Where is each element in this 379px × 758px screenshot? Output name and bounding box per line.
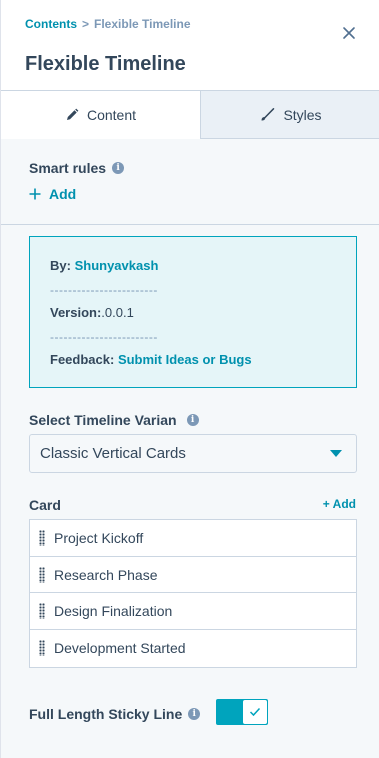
feedback-label: Feedback: xyxy=(50,352,115,367)
plus-icon xyxy=(29,188,41,200)
info-icon[interactable]: i xyxy=(112,162,125,174)
drag-handle-icon[interactable] xyxy=(39,530,45,546)
timeline-variant-select[interactable]: Classic Vertical Cards xyxy=(29,434,357,473)
list-item[interactable]: Design Finalization xyxy=(30,593,356,631)
version-value: .0.0.1 xyxy=(101,305,134,320)
card-item-label: Research Phase xyxy=(54,566,158,583)
tab-content-label: Content xyxy=(86,107,137,123)
version-label: Version: xyxy=(50,305,102,320)
pencil-icon xyxy=(66,108,79,120)
page-title: Flexible Timeline xyxy=(25,53,186,75)
tab-styles-label: Styles xyxy=(283,106,322,123)
brush-icon xyxy=(261,107,275,121)
sidebar-panel: Contents > Flexible Timeline Flexible Time… xyxy=(0,0,379,758)
drag-handle-icon[interactable] xyxy=(39,640,45,657)
tab-bar: Content Styles xyxy=(1,91,379,139)
sticky-line-toggle[interactable] xyxy=(216,699,268,725)
card-heading: Card xyxy=(29,497,61,513)
timeline-variant-label: Select Timeline Varian xyxy=(29,412,177,428)
list-item[interactable]: Research Phase xyxy=(30,557,356,594)
feedback-line: Feedback: Submit Ideas or Bugs xyxy=(50,352,252,367)
author-label: By: xyxy=(50,258,71,273)
add-smart-rule-label: Add xyxy=(49,186,77,202)
feedback-link[interactable]: Submit Ideas or Bugs xyxy=(118,352,252,367)
version-line: Version:.0.0.1 xyxy=(50,305,134,320)
breadcrumb-link-contents[interactable]: Contents xyxy=(25,17,77,31)
drag-handle-icon[interactable] xyxy=(39,603,45,620)
smart-rules-label: Smart rules xyxy=(29,160,107,176)
author-link[interactable]: Shunyavkash xyxy=(75,258,159,273)
module-info-box: By: Shunyavkash ------------------------… xyxy=(29,236,357,388)
info-icon[interactable]: i xyxy=(188,708,201,720)
timeline-variant-value: Classic Vertical Cards xyxy=(40,445,186,462)
caret-down-icon xyxy=(330,450,342,457)
info-divider-2: ------------------------ xyxy=(50,330,158,344)
checkmark-icon xyxy=(249,707,261,717)
list-item[interactable]: Development Started xyxy=(30,630,356,667)
add-smart-rule-button[interactable]: Add xyxy=(29,186,76,202)
card-label: Card xyxy=(29,497,61,513)
author-line: By: Shunyavkash xyxy=(50,258,158,273)
timeline-variant-heading: Select Timeline Varian i xyxy=(29,412,199,428)
close-icon xyxy=(343,27,355,39)
info-divider-1: ------------------------ xyxy=(50,283,158,297)
panel-header: Contents > Flexible Timeline Flexible Time… xyxy=(1,0,379,91)
close-button[interactable] xyxy=(340,24,358,42)
list-item[interactable]: Project Kickoff xyxy=(30,520,356,557)
tab-styles[interactable]: Styles xyxy=(201,91,379,139)
drag-handle-icon[interactable] xyxy=(39,566,45,583)
sticky-line-heading: Full Length Sticky Line i xyxy=(29,706,201,722)
section-divider xyxy=(1,224,379,225)
tab-content[interactable]: Content xyxy=(1,91,201,139)
add-card-button[interactable]: + Add xyxy=(323,497,356,511)
breadcrumb-separator: > xyxy=(82,17,90,31)
smart-rules-heading: Smart rules i xyxy=(29,160,125,176)
card-item-label: Design Finalization xyxy=(54,603,173,620)
card-item-label: Project Kickoff xyxy=(54,529,144,546)
card-list: Project Kickoff Research Phase Design Fi… xyxy=(29,519,357,668)
info-icon[interactable]: i xyxy=(186,414,199,426)
card-item-label: Development Started xyxy=(54,640,186,657)
breadcrumb-current: Flexible Timeline xyxy=(94,17,191,31)
sticky-line-label: Full Length Sticky Line xyxy=(29,706,183,722)
toggle-knob xyxy=(243,700,267,724)
breadcrumb: Contents > Flexible Timeline xyxy=(25,17,191,31)
